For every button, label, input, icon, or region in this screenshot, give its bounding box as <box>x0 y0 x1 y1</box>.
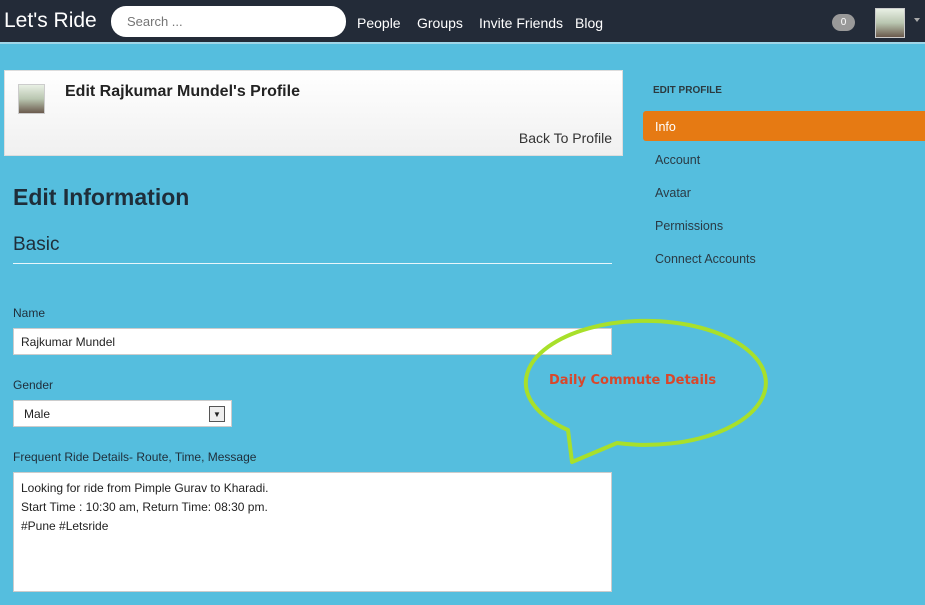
annotation-text: Daily Commute Details <box>549 373 716 388</box>
speech-bubble-annotation: Daily Commute Details <box>523 318 768 464</box>
speech-bubble-shape <box>523 318 768 464</box>
